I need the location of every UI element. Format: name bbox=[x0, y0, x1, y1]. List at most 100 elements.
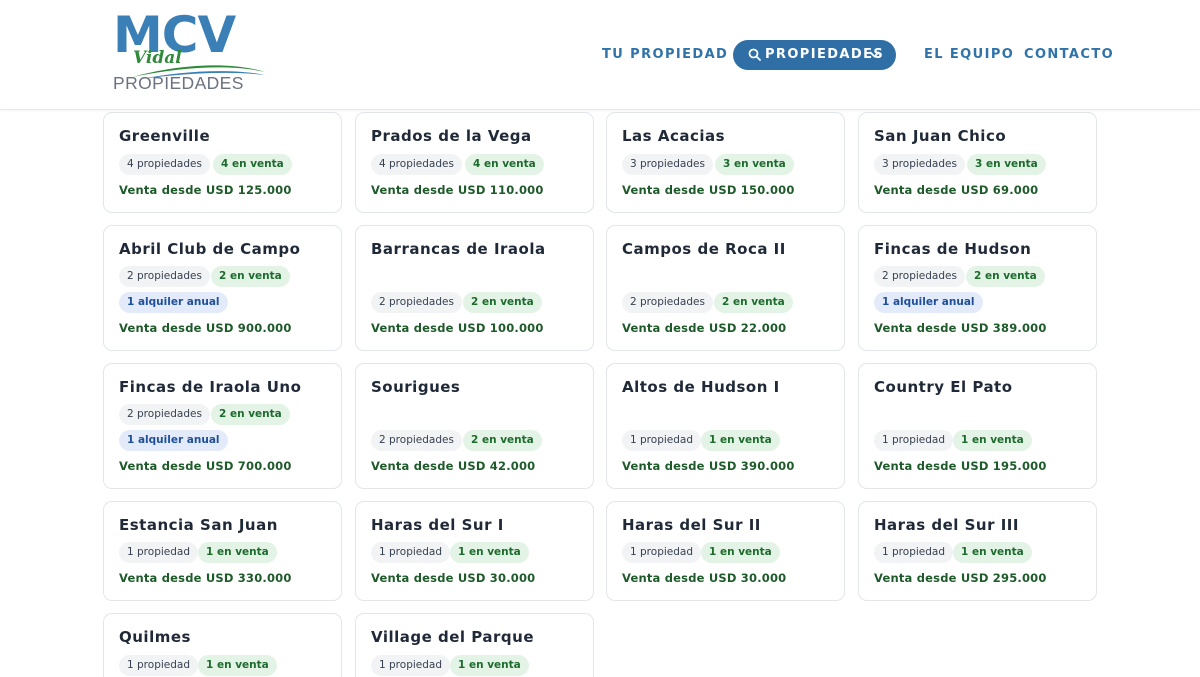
card-price: Venta desde USD 390.000 bbox=[622, 459, 795, 473]
badge-en-venta: 2 en venta bbox=[463, 292, 542, 313]
badge-alquiler-anual: 1 alquiler anual bbox=[874, 292, 983, 313]
card-title: Las Acacias bbox=[622, 127, 726, 145]
badge-en-venta: 1 en venta bbox=[198, 655, 277, 676]
card-title: Greenville bbox=[119, 127, 211, 145]
mcv-vidal-logo[interactable]: MCV Vidal PROPIEDADES bbox=[113, 10, 268, 94]
property-card-haras-del-sur-i[interactable]: Haras del Sur I 1 propiedad 1 en venta V… bbox=[355, 501, 594, 601]
card-title: Fincas de Hudson bbox=[874, 240, 1032, 258]
badge-propiedades: 2 propiedades bbox=[119, 404, 210, 425]
property-card-village-del-parque[interactable]: Village del Parque 1 propiedad 1 en vent… bbox=[355, 613, 594, 677]
card-price: Venta desde USD 22.000 bbox=[622, 321, 787, 335]
nav-tu-propiedad[interactable]: TU PROPIEDAD bbox=[602, 40, 728, 70]
badge-en-venta: 3 en venta bbox=[715, 154, 794, 175]
property-card-fincas-de-iraola-uno[interactable]: Fincas de Iraola Uno 2 propiedades 2 en … bbox=[103, 363, 342, 489]
logo-script-text: Vidal bbox=[133, 48, 182, 68]
badge-propiedades: 1 propiedad bbox=[622, 430, 701, 451]
badge-alquiler-anual: 1 alquiler anual bbox=[119, 292, 228, 313]
nav-el-equipo[interactable]: EL EQUIPO bbox=[924, 40, 1014, 70]
property-card-sourigues[interactable]: Sourigues 2 propiedades 2 en venta Venta… bbox=[355, 363, 594, 489]
badge-propiedades: 1 propiedad bbox=[874, 430, 953, 451]
card-price: Venta desde USD 100.000 bbox=[371, 321, 544, 335]
card-title: Abril Club de Campo bbox=[119, 240, 301, 258]
property-card-haras-del-sur-iii[interactable]: Haras del Sur III 1 propiedad 1 en venta… bbox=[858, 501, 1097, 601]
nav-propiedades-dropdown[interactable]: PROPIEDADES bbox=[733, 40, 896, 70]
card-title: Estancia San Juan bbox=[119, 516, 278, 534]
nav-propiedades-label: PROPIEDADES bbox=[765, 47, 885, 62]
property-card-las-acacias[interactable]: Las Acacias 3 propiedades 3 en venta Ven… bbox=[606, 112, 845, 213]
logo-subtitle: PROPIEDADES bbox=[113, 73, 244, 93]
badge-en-venta: 1 en venta bbox=[953, 542, 1032, 563]
badge-propiedades: 1 propiedad bbox=[119, 542, 198, 563]
badge-en-venta: 4 en venta bbox=[465, 154, 544, 175]
card-price: Venta desde USD 195.000 bbox=[874, 459, 1047, 473]
property-card-campos-de-roca-ii[interactable]: Campos de Roca II 2 propiedades 2 en ven… bbox=[606, 225, 845, 351]
badge-propiedades: 1 propiedad bbox=[371, 542, 450, 563]
property-card-quilmes[interactable]: Quilmes 1 propiedad 1 en venta bbox=[103, 613, 342, 677]
property-card-prados-de-la-vega[interactable]: Prados de la Vega 4 propiedades 4 en ven… bbox=[355, 112, 594, 213]
property-card-barrancas-de-iraola[interactable]: Barrancas de Iraola 2 propiedades 2 en v… bbox=[355, 225, 594, 351]
property-card-abril-club-de-campo[interactable]: Abril Club de Campo 2 propiedades 2 en v… bbox=[103, 225, 342, 351]
card-price: Venta desde USD 30.000 bbox=[371, 571, 536, 585]
card-price: Venta desde USD 110.000 bbox=[371, 183, 544, 197]
property-card-altos-de-hudson-i[interactable]: Altos de Hudson I 1 propiedad 1 en venta… bbox=[606, 363, 845, 489]
badge-en-venta: 1 en venta bbox=[198, 542, 277, 563]
card-title: Country El Pato bbox=[874, 378, 1013, 396]
badge-en-venta: 2 en venta bbox=[966, 266, 1045, 287]
property-card-estancia-san-juan[interactable]: Estancia San Juan 1 propiedad 1 en venta… bbox=[103, 501, 342, 601]
badge-propiedades: 2 propiedades bbox=[371, 292, 462, 313]
card-title: Haras del Sur I bbox=[371, 516, 504, 534]
card-title: Haras del Sur III bbox=[874, 516, 1019, 534]
card-title: Barrancas de Iraola bbox=[371, 240, 546, 258]
card-price: Venta desde USD 69.000 bbox=[874, 183, 1039, 197]
badge-propiedades: 3 propiedades bbox=[622, 154, 713, 175]
badge-propiedades: 1 propiedad bbox=[622, 542, 701, 563]
badge-propiedades: 4 propiedades bbox=[119, 154, 210, 175]
card-price: Venta desde USD 150.000 bbox=[622, 183, 795, 197]
card-title: Quilmes bbox=[119, 628, 191, 646]
badge-en-venta: 1 en venta bbox=[450, 542, 529, 563]
badge-en-venta: 2 en venta bbox=[714, 292, 793, 313]
badge-propiedades: 4 propiedades bbox=[371, 154, 462, 175]
chevron-down-icon bbox=[869, 51, 880, 58]
card-title: Village del Parque bbox=[371, 628, 534, 646]
property-card-country-el-pato[interactable]: Country El Pato 1 propiedad 1 en venta V… bbox=[858, 363, 1097, 489]
property-card-fincas-de-hudson[interactable]: Fincas de Hudson 2 propiedades 2 en vent… bbox=[858, 225, 1097, 351]
card-price: Venta desde USD 42.000 bbox=[371, 459, 536, 473]
card-title: San Juan Chico bbox=[874, 127, 1007, 145]
search-icon bbox=[748, 48, 761, 61]
card-price: Venta desde USD 700.000 bbox=[119, 459, 292, 473]
card-price: Venta desde USD 330.000 bbox=[119, 571, 292, 585]
card-title: Altos de Hudson I bbox=[622, 378, 780, 396]
nav-contacto[interactable]: CONTACTO bbox=[1024, 40, 1114, 70]
badge-en-venta: 1 en venta bbox=[701, 542, 780, 563]
property-card-haras-del-sur-ii[interactable]: Haras del Sur II 1 propiedad 1 en venta … bbox=[606, 501, 845, 601]
badge-en-venta: 2 en venta bbox=[211, 404, 290, 425]
card-title: Fincas de Iraola Uno bbox=[119, 378, 302, 396]
badge-propiedades: 2 propiedades bbox=[874, 266, 965, 287]
property-card-greenville[interactable]: Greenville 4 propiedades 4 en venta Vent… bbox=[103, 112, 342, 213]
badge-alquiler-anual: 1 alquiler anual bbox=[119, 430, 228, 451]
badge-propiedades: 2 propiedades bbox=[622, 292, 713, 313]
card-title: Haras del Sur II bbox=[622, 516, 761, 534]
card-price: Venta desde USD 389.000 bbox=[874, 321, 1047, 335]
badge-propiedades: 2 propiedades bbox=[119, 266, 210, 287]
badge-propiedades: 1 propiedad bbox=[874, 542, 953, 563]
site-header: MCV Vidal PROPIEDADES TU PROPIEDAD PROPI… bbox=[0, 0, 1200, 110]
badge-en-venta: 1 en venta bbox=[450, 655, 529, 676]
property-card-san-juan-chico[interactable]: San Juan Chico 3 propiedades 3 en venta … bbox=[858, 112, 1097, 213]
badge-en-venta: 1 en venta bbox=[953, 430, 1032, 451]
badge-propiedades: 2 propiedades bbox=[371, 430, 462, 451]
badge-en-venta: 2 en venta bbox=[463, 430, 542, 451]
badge-en-venta: 3 en venta bbox=[967, 154, 1046, 175]
card-price: Venta desde USD 30.000 bbox=[622, 571, 787, 585]
card-price: Venta desde USD 900.000 bbox=[119, 321, 292, 335]
card-title: Prados de la Vega bbox=[371, 127, 532, 145]
badge-en-venta: 1 en venta bbox=[701, 430, 780, 451]
badge-en-venta: 4 en venta bbox=[213, 154, 292, 175]
card-price: Venta desde USD 295.000 bbox=[874, 571, 1047, 585]
card-title: Campos de Roca II bbox=[622, 240, 786, 258]
card-price: Venta desde USD 125.000 bbox=[119, 183, 292, 197]
card-title: Sourigues bbox=[371, 378, 461, 396]
badge-propiedades: 3 propiedades bbox=[874, 154, 965, 175]
badge-propiedades: 1 propiedad bbox=[371, 655, 450, 676]
